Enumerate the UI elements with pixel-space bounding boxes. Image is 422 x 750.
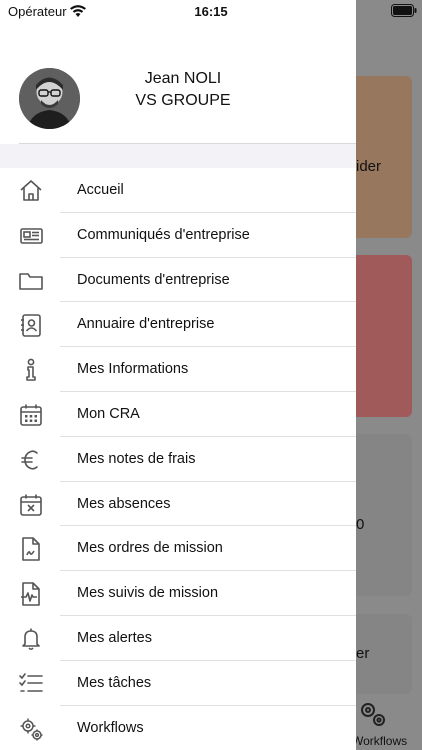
battery-icon [391, 4, 417, 17]
menu-item-label: Mes notes de frais [77, 450, 196, 467]
menu-item-suivis-de-mission[interactable]: Mes suivis de mission [0, 571, 356, 616]
calendar-x-icon [18, 492, 44, 518]
info-icon [18, 357, 44, 383]
background-card [356, 255, 412, 417]
status-time: 16:15 [194, 4, 228, 19]
menu-item-informations[interactable]: Mes Informations [0, 347, 356, 392]
menu-item-notes-de-frais[interactable]: Mes notes de frais [0, 437, 356, 482]
menu-item-label: Annuaire d'entreprise [77, 316, 215, 333]
folder-icon [18, 268, 44, 294]
gears-icon [18, 716, 44, 742]
background-card [356, 434, 412, 596]
menu-item-documents[interactable]: Documents d'entreprise [0, 258, 356, 303]
calendar-icon [18, 402, 44, 428]
menu-item-label: Accueil [77, 182, 124, 198]
euro-icon [18, 447, 44, 473]
menu-item-communiques[interactable]: Communiqués d'entreprise [0, 213, 356, 258]
menu-item-label: Documents d'entreprise [77, 271, 230, 288]
menu-item-label: Communiqués d'entreprise [77, 226, 250, 243]
menu-item-annuaire[interactable]: Annuaire d'entreprise [0, 302, 356, 348]
section-spacer [0, 144, 356, 168]
menu-item-workflows[interactable]: Workflows [0, 706, 356, 750]
menu-item-label: Workflows [77, 719, 144, 736]
background-card-text: 0 [356, 516, 365, 533]
status-bar: Opérateur 16:15 [0, 0, 422, 24]
menu-item-cra[interactable]: Mon CRA [0, 392, 356, 437]
background-card [356, 76, 412, 238]
side-drawer: Jean NOLI VS GROUPE Accueil Communiqués … [0, 0, 356, 750]
menu-item-label: Mes suivis de mission [77, 585, 219, 602]
tab-workflows-label: Workflows [352, 734, 408, 748]
menu-item-label: Mes absences [77, 495, 171, 512]
menu-item-label: Mes ordres de mission [77, 540, 223, 557]
menu-item-label: Mes tâches [77, 674, 152, 691]
avatar [19, 68, 80, 129]
gears-icon [354, 696, 390, 732]
background-card-text: ider [356, 158, 382, 175]
menu-item-ordres-de-mission[interactable]: Mes ordres de mission [0, 526, 356, 572]
contact-book-icon [18, 312, 44, 338]
menu-item-alertes[interactable]: Mes alertes [0, 616, 356, 661]
document-icon [18, 536, 44, 562]
newspaper-icon [18, 223, 44, 249]
checklist-icon [18, 671, 44, 697]
profile-header[interactable]: Jean NOLI VS GROUPE [0, 60, 356, 144]
profile-name: Jean NOLI [144, 70, 222, 87]
menu-item-accueil[interactable]: Accueil [0, 168, 356, 213]
bell-icon [18, 626, 44, 652]
menu-item-label: Mon CRA [77, 405, 140, 422]
menu-item-label: Mes Informations [77, 361, 189, 378]
menu-item-label: Mes alertes [77, 629, 152, 646]
profile-company: VS GROUPE [135, 92, 231, 109]
drawer-menu: Accueil Communiqués d'entreprise Documen… [0, 168, 356, 750]
document-pulse-icon [18, 581, 44, 607]
home-icon [18, 178, 44, 204]
background-card-text: er [356, 645, 370, 662]
menu-item-absences[interactable]: Mes absences [0, 482, 356, 527]
menu-item-taches[interactable]: Mes tâches [0, 661, 356, 706]
